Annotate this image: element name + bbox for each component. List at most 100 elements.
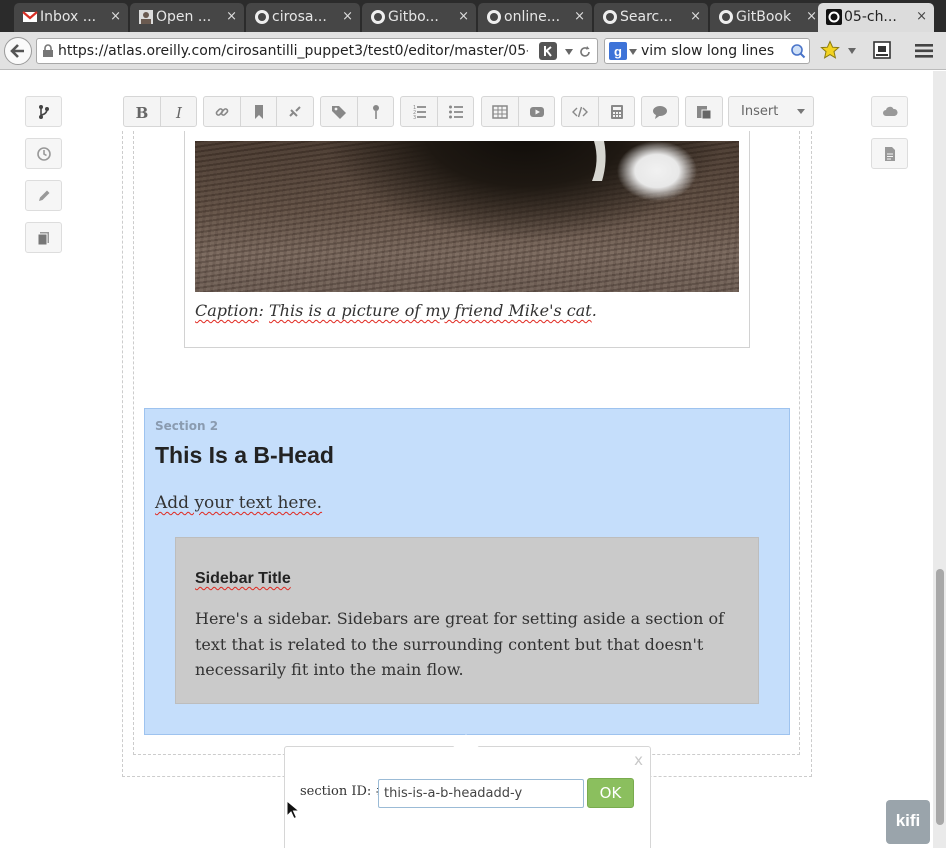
paste-button[interactable] [686, 97, 722, 126]
figure-caption[interactable]: Caption: This is a picture of my friend … [195, 301, 597, 320]
dropdown-icon[interactable] [847, 46, 857, 56]
close-icon[interactable]: × [690, 3, 701, 31]
document-button[interactable] [871, 138, 908, 169]
copy-icon [37, 232, 49, 246]
sidebar-block[interactable]: Sidebar Title Here's a sidebar. Sidebars… [175, 537, 759, 704]
branch-button[interactable] [25, 96, 62, 127]
tab-cirosantilli[interactable]: cirosa... × [246, 3, 360, 32]
edit-button[interactable] [25, 180, 62, 211]
section-heading[interactable]: This Is a B-Head [155, 442, 334, 469]
figure-block[interactable]: Caption: This is a picture of my friend … [184, 131, 750, 348]
section-block[interactable]: Section 2 This Is a B-Head Add your text… [144, 408, 790, 735]
tab-05-chapter[interactable]: 05-ch... × [818, 3, 934, 32]
caption-text: This is a picture of my friend Mike's ca… [269, 301, 592, 320]
search-icon[interactable] [790, 43, 806, 59]
italic-icon: I [175, 104, 183, 120]
section-id-input[interactable] [378, 779, 584, 808]
cloud-icon [883, 106, 898, 116]
bold-button[interactable]: B [124, 97, 160, 126]
scrollbar-thumb[interactable] [936, 569, 944, 825]
tab-search[interactable]: Searc... × [594, 3, 708, 32]
tag-icon [332, 106, 346, 119]
link-group [203, 96, 314, 127]
close-icon[interactable]: × [342, 3, 353, 31]
table-icon [492, 105, 508, 119]
clock-icon [37, 147, 51, 161]
tab-label: GitBook [736, 9, 792, 25]
video-button[interactable] [518, 97, 554, 126]
close-icon[interactable]: × [226, 3, 237, 31]
calculator-icon [611, 105, 623, 119]
tab-gitbook-2[interactable]: GitBook × [710, 3, 824, 32]
comment-button[interactable] [642, 97, 678, 126]
caption-label: Caption [195, 301, 259, 320]
tab-online[interactable]: online... × [478, 3, 592, 32]
close-icon[interactable]: × [806, 3, 817, 31]
menu-icon[interactable] [915, 43, 933, 59]
mouse-pointer-icon [286, 800, 300, 820]
pin-button[interactable] [357, 97, 393, 126]
sidebar-title[interactable]: Sidebar Title [195, 570, 291, 588]
editor-page: B I 123 Insert Caption: This is a pictur… [0, 71, 946, 848]
ok-button[interactable]: OK [587, 778, 634, 808]
dropdown-icon[interactable] [564, 47, 574, 57]
code-button[interactable] [562, 97, 598, 126]
tab-label: Inbox ... [40, 9, 97, 25]
chevron-down-icon [797, 109, 805, 114]
italic-button[interactable]: I [160, 97, 196, 126]
section-paragraph[interactable]: Add your text here. [155, 493, 322, 513]
bookmark-button[interactable] [240, 97, 276, 126]
history-button[interactable] [25, 138, 62, 169]
close-icon[interactable]: × [574, 3, 585, 31]
pages-button[interactable] [25, 222, 62, 253]
calculator-button[interactable] [598, 97, 634, 126]
close-icon[interactable]: × [458, 3, 469, 31]
bullet-list-icon [449, 105, 463, 119]
tab-inbox[interactable]: Inbox ... × [14, 3, 128, 32]
search-query: vim slow long lines [641, 43, 775, 59]
cat-paw-highlight [592, 141, 606, 181]
search-bar[interactable]: g vim slow long lines [604, 38, 810, 64]
gmail-icon [22, 11, 38, 22]
unlink-icon [289, 106, 301, 117]
svg-text:I: I [175, 104, 183, 120]
code-icon [572, 106, 588, 118]
numbered-list-button[interactable]: 123 [401, 97, 437, 126]
link-button[interactable] [204, 97, 240, 126]
tab-label: online... [504, 9, 561, 25]
tab-gitbook-1[interactable]: Gitbo... × [362, 3, 476, 32]
text-style-group: B I [123, 96, 197, 127]
avatar-icon [139, 10, 153, 24]
dropdown-icon[interactable] [628, 47, 638, 57]
reload-icon[interactable] [578, 45, 592, 59]
tab-open[interactable]: Open ... × [130, 3, 244, 32]
sidebar-paragraph[interactable]: Here's a sidebar. Sidebars are great for… [195, 606, 743, 683]
browser-nav-bar: https://atlas.oreilly.com/cirosantilli_p… [0, 32, 946, 70]
table-button[interactable] [482, 97, 518, 126]
tab-label: Open ... [156, 9, 212, 25]
github-icon [719, 10, 733, 24]
kifi-button[interactable]: kifi [886, 800, 930, 844]
video-icon [530, 107, 544, 117]
close-icon[interactable]: × [916, 3, 927, 31]
unlink-button[interactable] [276, 97, 312, 126]
tag-button[interactable] [321, 97, 357, 126]
browser-tab-bar: Inbox ... × Open ... × cirosa... × Gitbo… [0, 0, 946, 32]
caption-separator: : [258, 301, 269, 320]
cloud-button[interactable] [871, 96, 908, 127]
list-group: 123 [400, 96, 474, 127]
scrollbar[interactable] [933, 71, 946, 848]
bookmark-star-icon[interactable] [820, 40, 840, 60]
lock-icon [43, 44, 53, 57]
close-icon[interactable]: × [110, 3, 121, 31]
close-icon[interactable]: x [634, 751, 643, 769]
svg-text:g: g [614, 44, 622, 59]
address-bar[interactable]: https://atlas.oreilly.com/cirosantilli_p… [36, 38, 598, 64]
bullet-list-button[interactable] [437, 97, 473, 126]
extension-icon[interactable] [873, 41, 891, 59]
branch-icon [39, 105, 49, 119]
tab-label: Gitbo... [388, 9, 439, 25]
kifi-k-icon[interactable] [539, 42, 557, 60]
back-button[interactable] [4, 37, 32, 65]
insert-dropdown[interactable]: Insert [728, 96, 814, 127]
